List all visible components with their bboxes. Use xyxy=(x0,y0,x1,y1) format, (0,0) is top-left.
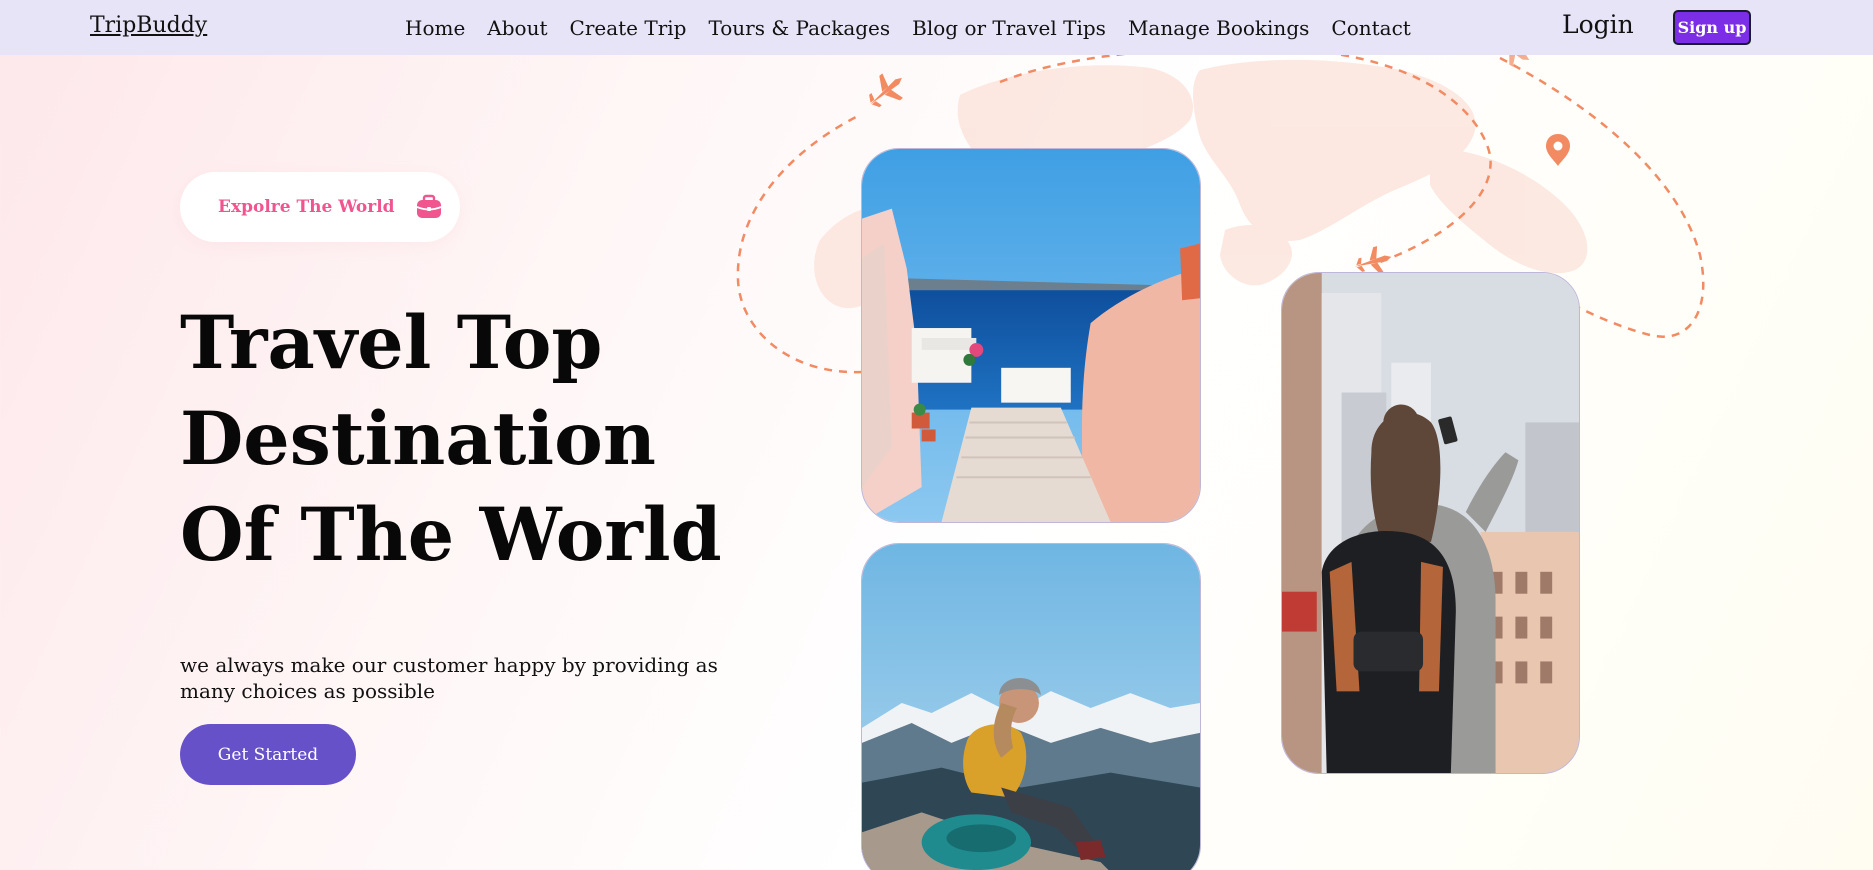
nav-link-manage-bookings[interactable]: Manage Bookings xyxy=(1128,16,1309,40)
nav-link-about[interactable]: About xyxy=(487,16,547,40)
location-pin-icon xyxy=(1546,134,1570,166)
hero-title-line: Travel Top xyxy=(180,300,603,386)
brand-logo[interactable]: TripBuddy xyxy=(90,13,207,38)
hero-title-line: Destination xyxy=(180,396,656,482)
nav-link-contact[interactable]: Contact xyxy=(1331,16,1410,40)
hero-title: Travel Top Destination Of The World xyxy=(180,295,740,583)
briefcase-icon xyxy=(416,194,441,218)
nav-link-home[interactable]: Home xyxy=(405,16,465,40)
hiker-mountain-photo xyxy=(861,543,1201,870)
hero-subtitle: we always make our customer happy by pro… xyxy=(180,653,718,703)
explore-pill: Expolre The World xyxy=(180,172,460,242)
nav-link-tours-packages[interactable]: Tours & Packages xyxy=(708,16,890,40)
nav-links: Home About Create Trip Tours & Packages … xyxy=(405,0,1411,55)
nav-link-blog[interactable]: Blog or Travel Tips xyxy=(912,16,1106,40)
airplane-icon xyxy=(869,73,903,108)
city-traveler-photo xyxy=(1281,272,1580,774)
santorini-photo xyxy=(861,148,1201,523)
nav-link-create-trip[interactable]: Create Trip xyxy=(570,16,687,40)
hero-title-line: Of The World xyxy=(180,492,722,578)
get-started-button[interactable]: Get Started xyxy=(180,724,356,785)
signup-button[interactable]: Sign up xyxy=(1673,10,1751,45)
login-link[interactable]: Login xyxy=(1562,10,1634,39)
explore-label: Expolre The World xyxy=(218,197,395,217)
navbar: TripBuddy Home About Create Trip Tours &… xyxy=(0,0,1873,55)
